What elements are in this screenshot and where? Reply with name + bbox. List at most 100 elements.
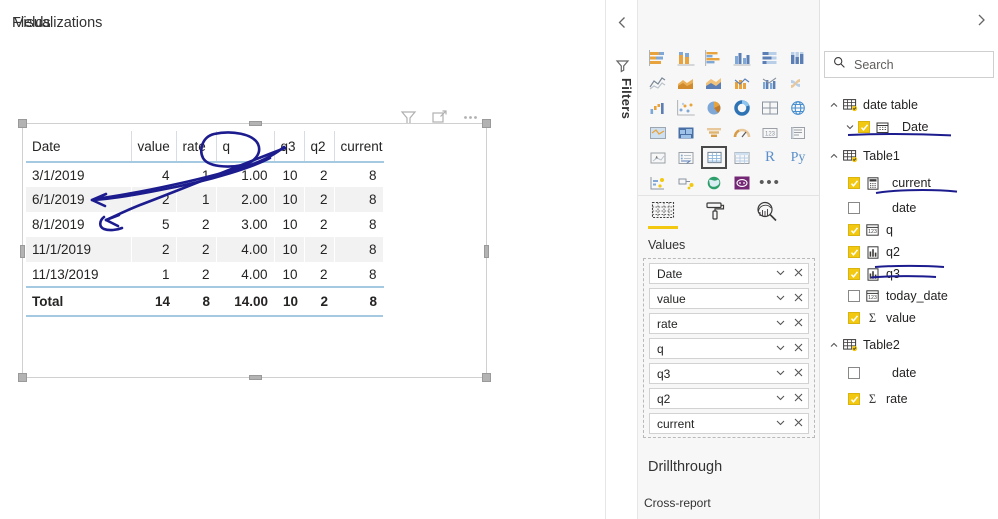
- values-well-container[interactable]: Date value rate q q3 q2 current: [643, 258, 815, 438]
- viz-shape-map[interactable]: [673, 121, 699, 144]
- viz-multi-row-card[interactable]: [785, 121, 811, 144]
- viz-100-stacked-bar-chart[interactable]: [757, 46, 783, 69]
- well-item-q2[interactable]: q2: [649, 388, 809, 409]
- chevron-down-icon[interactable]: [775, 342, 786, 356]
- fields-tree-field-q3[interactable]: q3: [820, 263, 998, 285]
- chevron-down-icon[interactable]: [775, 292, 786, 306]
- viz-stacked-area-chart[interactable]: [701, 71, 727, 94]
- field-checkbox[interactable]: [848, 290, 860, 302]
- search-input[interactable]: Search: [824, 51, 994, 78]
- table-row[interactable]: 3/1/2019 4 1 1.00 10 2 8: [26, 162, 383, 187]
- viz-arcgis-map[interactable]: [701, 171, 727, 194]
- fields-tree-table-table1[interactable]: Table1: [820, 145, 998, 167]
- viz-card[interactable]: 123: [757, 121, 783, 144]
- table-row[interactable]: 11/13/2019 1 2 4.00 10 2 8: [26, 262, 383, 287]
- resize-handle-top-left[interactable]: [18, 119, 27, 128]
- fields-tree-table-date-table[interactable]: date table: [820, 94, 998, 116]
- viz-clustered-bar-chart[interactable]: [701, 46, 727, 69]
- chevron-down-icon[interactable]: [775, 267, 786, 281]
- viz-power-apps-visual[interactable]: [729, 171, 755, 194]
- fields-tree-field-q2[interactable]: q2: [820, 241, 998, 263]
- viz-treemap[interactable]: [757, 96, 783, 119]
- fields-tree-field-value[interactable]: Σ value: [820, 307, 998, 329]
- remove-field-icon[interactable]: [793, 267, 804, 281]
- viz-table[interactable]: [701, 146, 727, 169]
- table-row[interactable]: 11/1/2019 2 2 4.00 10 2 8: [26, 237, 383, 262]
- viz-pie-chart[interactable]: [701, 96, 727, 119]
- field-checkbox[interactable]: [848, 268, 860, 280]
- field-checkbox[interactable]: [848, 367, 860, 379]
- viz-funnel-chart[interactable]: [701, 121, 727, 144]
- field-wells-tabs[interactable]: [648, 200, 778, 234]
- remove-field-icon[interactable]: [793, 292, 804, 306]
- well-item-current[interactable]: current: [649, 413, 809, 434]
- viz-stacked-column-chart[interactable]: [673, 46, 699, 69]
- well-item-q[interactable]: q: [649, 338, 809, 359]
- field-checkbox[interactable]: [848, 202, 860, 214]
- remove-field-icon[interactable]: [793, 392, 804, 406]
- field-checkbox[interactable]: [848, 177, 860, 189]
- well-item-value[interactable]: value: [649, 288, 809, 309]
- viz-slicer[interactable]: [673, 146, 699, 169]
- field-checkbox[interactable]: [848, 246, 860, 258]
- column-header-q[interactable]: q: [216, 131, 275, 163]
- fields-tree-field-q[interactable]: 123 q: [820, 219, 998, 241]
- viz-r-script-visual[interactable]: R: [757, 146, 783, 169]
- viz-stacked-bar-chart[interactable]: [645, 46, 671, 69]
- table-row[interactable]: 8/1/2019 5 2 3.00 10 2 8: [26, 212, 383, 237]
- report-canvas[interactable]: Date value rate q q3 q2 current 3/1/2019…: [0, 0, 605, 519]
- viz-ribbon-chart[interactable]: [785, 71, 811, 94]
- field-checkbox[interactable]: [848, 393, 860, 405]
- chevron-down-icon[interactable]: [842, 122, 858, 132]
- viz-key-influencers[interactable]: [645, 171, 671, 194]
- viz-filled-map[interactable]: [645, 121, 671, 144]
- fields-tree-field-date-table2[interactable]: date: [820, 362, 998, 384]
- viz-line-chart[interactable]: [645, 71, 671, 94]
- data-table[interactable]: Date value rate q q3 q2 current 3/1/2019…: [26, 131, 384, 317]
- fields-tree-field-rate[interactable]: Σ rate: [820, 388, 998, 410]
- column-header-rate[interactable]: rate: [176, 131, 217, 163]
- format-tab[interactable]: [700, 200, 730, 229]
- chevron-down-icon[interactable]: [775, 392, 786, 406]
- resize-handle-bottom-center[interactable]: [249, 375, 262, 380]
- chevron-right-icon[interactable]: [974, 13, 988, 32]
- fields-tree-table-table2[interactable]: Table2: [820, 334, 998, 356]
- remove-field-icon[interactable]: [793, 367, 804, 381]
- viz-line-stacked-column-chart[interactable]: [729, 71, 755, 94]
- table-row[interactable]: 6/1/2019 2 1 2.00 10 2 8: [26, 187, 383, 212]
- viz-matrix[interactable]: [729, 146, 755, 169]
- table-visual[interactable]: Date value rate q q3 q2 current 3/1/2019…: [26, 131, 383, 317]
- resize-handle-top-right[interactable]: [482, 119, 491, 128]
- analytics-tab[interactable]: [752, 200, 782, 229]
- resize-handle-bottom-left[interactable]: [18, 373, 27, 382]
- viz-more-visuals[interactable]: •••: [757, 171, 783, 194]
- viz-line-clustered-column-chart[interactable]: [757, 71, 783, 94]
- chevron-up-icon[interactable]: [826, 151, 842, 161]
- chevron-down-icon[interactable]: [775, 417, 786, 431]
- remove-field-icon[interactable]: [793, 417, 804, 431]
- viz-decomposition-tree[interactable]: [673, 171, 699, 194]
- filter-icon[interactable]: [615, 58, 630, 78]
- column-header-q2[interactable]: q2: [304, 131, 335, 163]
- viz-map[interactable]: [785, 96, 811, 119]
- viz-kpi[interactable]: ▲: [645, 146, 671, 169]
- fields-tree-field-date[interactable]: Date: [820, 116, 998, 138]
- viz-scatter-chart[interactable]: [673, 96, 699, 119]
- column-header-date[interactable]: Date: [26, 131, 132, 163]
- well-item-rate[interactable]: rate: [649, 313, 809, 334]
- chevron-down-icon[interactable]: [775, 367, 786, 381]
- visualizations-gallery[interactable]: 123 ▲ R Py •••: [644, 45, 814, 195]
- viz-clustered-column-chart[interactable]: [729, 46, 755, 69]
- fields-tab[interactable]: [648, 200, 678, 229]
- viz-area-chart[interactable]: [673, 71, 699, 94]
- resize-handle-middle-left[interactable]: [20, 245, 25, 258]
- well-item-date[interactable]: Date: [649, 263, 809, 284]
- remove-field-icon[interactable]: [793, 317, 804, 331]
- viz-gauge-chart[interactable]: [729, 121, 755, 144]
- resize-handle-middle-right[interactable]: [484, 245, 489, 258]
- filters-pane-collapsed[interactable]: Filters: [605, 0, 638, 519]
- viz-donut-chart[interactable]: [729, 96, 755, 119]
- well-item-q3[interactable]: q3: [649, 363, 809, 384]
- fields-tree-field-today-date[interactable]: 123 today_date: [820, 285, 998, 307]
- column-header-current[interactable]: current: [334, 131, 383, 163]
